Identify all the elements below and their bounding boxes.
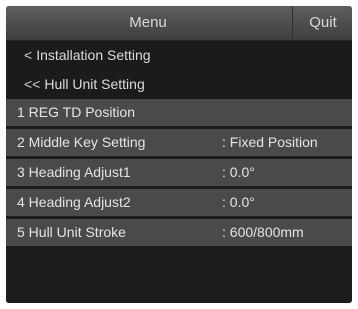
menu-item-value: : 0.0° <box>222 164 255 180</box>
menu-item-heading-adjust2[interactable]: 4 Heading Adjust2 : 0.0° <box>6 189 352 216</box>
menu-item-label: 3 Heading Adjust1 <box>17 164 131 180</box>
menu-item-hull-unit-stroke[interactable]: 5 Hull Unit Stroke : 600/800mm <box>6 219 352 246</box>
menu-item-value: : Fixed Position <box>222 134 318 150</box>
menu-item-middle-key-setting[interactable]: 2 Middle Key Setting : Fixed Position <box>6 129 352 156</box>
menu-title: Menu <box>129 14 167 31</box>
double-back-chevron-icon: << <box>24 76 41 92</box>
menu-item-label: 1 REG TD Position <box>17 104 136 120</box>
menu-item-value: : 0.0° <box>222 194 255 210</box>
nav-label: Hull Unit Setting <box>44 76 145 92</box>
title-bar: Menu Quit <box>6 6 352 41</box>
menu-item-label: 4 Heading Adjust2 <box>17 194 131 210</box>
menu-item-reg-td-position[interactable]: 1 REG TD Position <box>6 99 352 126</box>
back-hull-unit-setting[interactable]: << Hull Unit Setting <box>6 70 352 98</box>
back-installation-setting[interactable]: < Installation Setting <box>6 41 352 69</box>
menu-panel: Menu Quit < Installation Setting << Hull U… <box>6 6 352 303</box>
back-chevron-icon: < <box>24 47 33 63</box>
menu-item-label: 2 Middle Key Setting <box>17 134 146 150</box>
menu-item-value: : 600/800mm <box>222 224 304 240</box>
empty-area <box>6 249 352 303</box>
menu-item-label: 5 Hull Unit Stroke <box>17 224 126 240</box>
quit-button[interactable]: Quit <box>292 6 352 40</box>
menu-item-heading-adjust1[interactable]: 3 Heading Adjust1 : 0.0° <box>6 159 352 186</box>
nav-label: Installation Setting <box>36 47 151 63</box>
